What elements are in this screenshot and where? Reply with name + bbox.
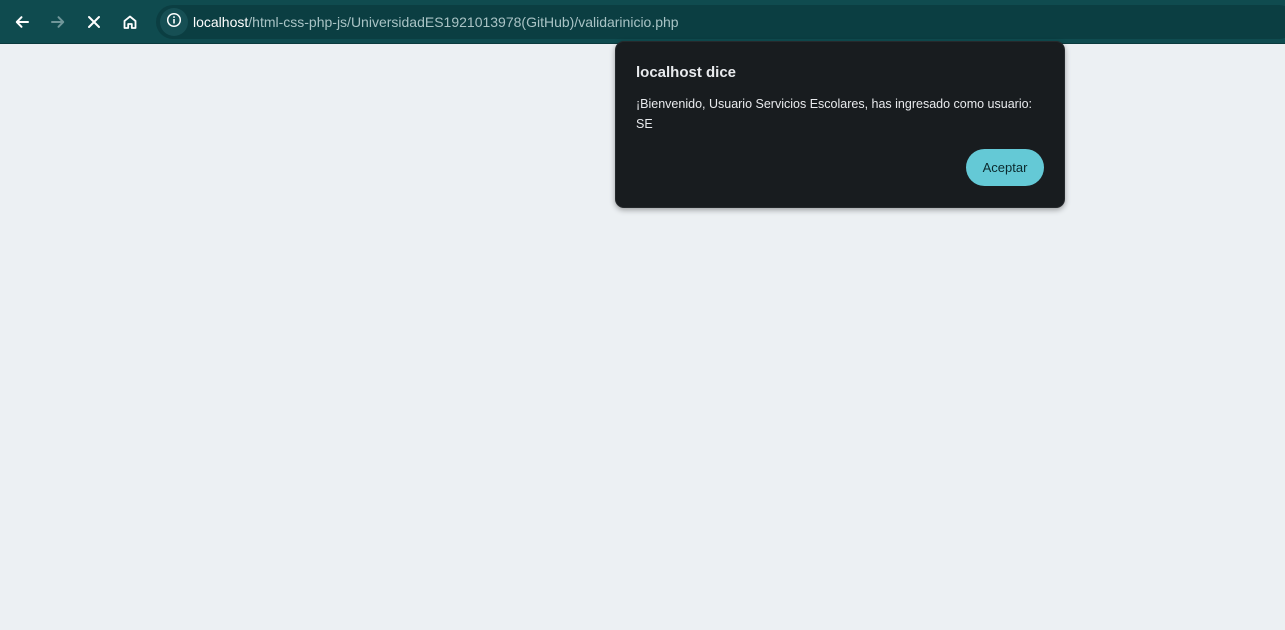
url-text[interactable]: localhost/html-css-php-js/UniversidadES1… (193, 5, 679, 39)
address-bar[interactable]: localhost/html-css-php-js/UniversidadES1… (156, 5, 1285, 39)
home-icon (122, 14, 138, 30)
accept-button[interactable]: Aceptar (966, 149, 1044, 186)
site-info-button[interactable] (160, 8, 188, 36)
close-icon (87, 15, 101, 29)
url-host: localhost (193, 14, 249, 30)
arrow-left-icon (14, 14, 30, 30)
alert-dialog: localhost dice ¡Bienvenido, Usuario Serv… (615, 41, 1065, 208)
home-button[interactable] (114, 6, 146, 38)
url-path: /html-css-php-js/UniversidadES1921013978… (248, 14, 679, 30)
stop-loading-button[interactable] (78, 6, 110, 38)
dialog-title: localhost dice (636, 64, 737, 81)
browser-toolbar: localhost/html-css-php-js/UniversidadES1… (0, 0, 1285, 44)
info-icon (166, 12, 182, 33)
arrow-right-icon (50, 14, 66, 30)
dialog-message: ¡Bienvenido, Usuario Servicios Escolares… (636, 97, 1033, 131)
forward-button[interactable] (42, 6, 74, 38)
back-button[interactable] (6, 6, 38, 38)
